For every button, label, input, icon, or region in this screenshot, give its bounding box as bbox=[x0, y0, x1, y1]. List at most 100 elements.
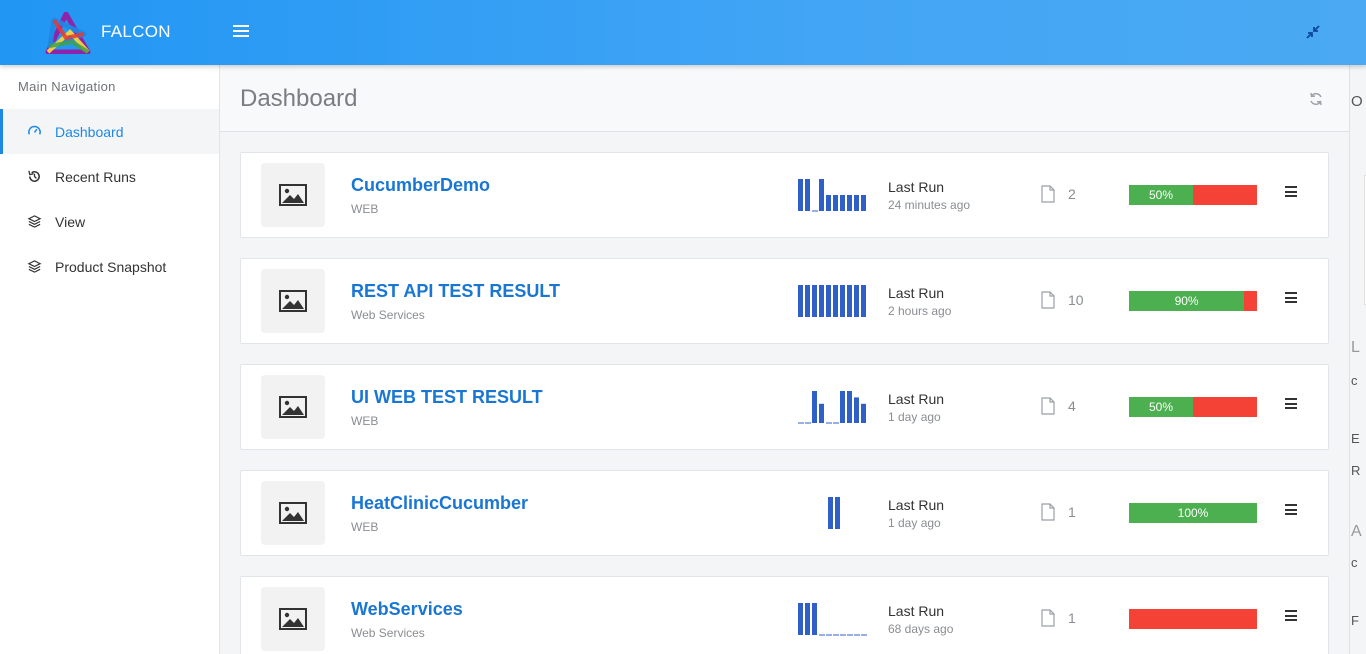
run-bar bbox=[847, 195, 852, 211]
run-bar bbox=[805, 603, 810, 635]
last-run-label: Last Run bbox=[888, 497, 945, 513]
pass-rate-fill: 90% bbox=[1129, 291, 1245, 311]
falcon-logo[interactable] bbox=[44, 12, 92, 54]
project-type: WEB bbox=[351, 520, 379, 534]
run-bar bbox=[835, 497, 840, 529]
run-bar bbox=[812, 603, 817, 635]
file-count-value: 1 bbox=[1068, 610, 1076, 626]
card-menu-icon[interactable] bbox=[1285, 504, 1297, 515]
project-name-link[interactable]: WebServices bbox=[351, 599, 463, 620]
refresh-icon[interactable] bbox=[1308, 91, 1324, 107]
project-name-link[interactable]: HeatClinicCucumber bbox=[351, 493, 528, 514]
run-bar bbox=[812, 285, 817, 317]
panel-fragment: A bbox=[1351, 523, 1362, 540]
file-count: 1 bbox=[1041, 609, 1076, 627]
layers-icon bbox=[26, 214, 42, 230]
run-bar bbox=[805, 285, 810, 317]
file-count-value: 10 bbox=[1068, 292, 1084, 308]
run-history-sparkline bbox=[798, 391, 866, 424]
run-bar bbox=[833, 195, 838, 211]
last-run-time: 2 hours ago bbox=[888, 304, 952, 318]
pass-rate-bar bbox=[1129, 609, 1257, 629]
image-placeholder-icon bbox=[261, 375, 325, 439]
right-side-panel: O L c E R A c F bbox=[1349, 65, 1366, 654]
run-bar bbox=[805, 179, 810, 211]
panel-fragment: F bbox=[1351, 613, 1359, 628]
sidebar-item-view[interactable]: View bbox=[0, 199, 219, 244]
project-name-link[interactable]: UI WEB TEST RESULT bbox=[351, 387, 543, 408]
image-placeholder-icon bbox=[261, 481, 325, 545]
pass-rate-fill: 100% bbox=[1129, 503, 1257, 523]
run-bar bbox=[826, 285, 831, 317]
file-icon bbox=[1041, 609, 1055, 627]
last-run-label: Last Run bbox=[888, 285, 945, 301]
file-count: 10 bbox=[1041, 291, 1084, 309]
run-bar bbox=[819, 179, 824, 211]
file-count-value: 1 bbox=[1068, 504, 1076, 520]
project-card: HeatClinicCucumber WEB Last Run 1 day ag… bbox=[240, 470, 1329, 556]
pass-rate-fill: 50% bbox=[1129, 397, 1193, 417]
run-bar bbox=[854, 195, 859, 211]
run-bar bbox=[798, 603, 803, 635]
compress-icon[interactable] bbox=[1305, 24, 1321, 40]
panel-fragment: E bbox=[1351, 431, 1360, 446]
sidebar-item-label: Product Snapshot bbox=[55, 258, 167, 275]
run-history-sparkline bbox=[798, 603, 867, 636]
pass-rate-bar: 50% bbox=[1129, 397, 1257, 417]
nav-header: Main Navigation bbox=[18, 79, 116, 94]
project-type: WEB bbox=[351, 202, 379, 216]
pass-rate-bar: 90% bbox=[1129, 291, 1257, 311]
project-type: WEB bbox=[351, 414, 379, 428]
project-card: WebServices Web Services Last Run 68 day… bbox=[240, 576, 1329, 654]
sidebar-item-recent-runs[interactable]: Recent Runs bbox=[0, 154, 219, 199]
run-bar bbox=[854, 285, 859, 317]
project-name-link[interactable]: CucumberDemo bbox=[351, 175, 490, 196]
pass-rate-bar: 100% bbox=[1129, 503, 1257, 523]
image-placeholder-icon bbox=[261, 587, 325, 651]
run-bar bbox=[819, 285, 824, 317]
panel-fragment: R bbox=[1351, 463, 1361, 478]
run-bar bbox=[840, 195, 845, 211]
project-name-link[interactable]: REST API TEST RESULT bbox=[351, 281, 560, 302]
run-bar bbox=[854, 397, 859, 423]
project-type: Web Services bbox=[351, 626, 425, 640]
last-run-label: Last Run bbox=[888, 603, 945, 619]
pass-rate-fill: 50% bbox=[1129, 185, 1193, 205]
sidebar-item-label: Recent Runs bbox=[55, 168, 136, 185]
card-menu-icon[interactable] bbox=[1285, 292, 1297, 303]
file-icon bbox=[1041, 291, 1055, 309]
main-content: Dashboard CucumberDemo WEB Last Run 24 m… bbox=[220, 65, 1349, 654]
project-card: UI WEB TEST RESULT WEB Last Run 1 day ag… bbox=[240, 364, 1329, 450]
file-count: 1 bbox=[1041, 503, 1076, 521]
run-bar bbox=[847, 391, 852, 423]
last-run-time: 1 day ago bbox=[888, 410, 941, 424]
card-menu-icon[interactable] bbox=[1285, 610, 1297, 621]
file-count: 4 bbox=[1041, 397, 1076, 415]
hamburger-menu-icon[interactable] bbox=[233, 25, 249, 39]
run-history-sparkline bbox=[798, 179, 866, 212]
pass-rate-bar: 50% bbox=[1129, 185, 1257, 205]
sidebar-item-product-snapshot[interactable]: Product Snapshot bbox=[0, 244, 219, 289]
layers-icon bbox=[26, 259, 42, 275]
project-card: CucumberDemo WEB Last Run 24 minutes ago… bbox=[240, 152, 1329, 238]
history-icon bbox=[26, 169, 42, 185]
run-bar bbox=[840, 391, 845, 423]
run-bar bbox=[861, 403, 866, 423]
file-count: 2 bbox=[1041, 185, 1076, 203]
sidebar-item-dashboard[interactable]: Dashboard bbox=[0, 109, 219, 154]
run-bar bbox=[798, 285, 803, 317]
card-menu-icon[interactable] bbox=[1285, 186, 1297, 197]
sidebar-item-label: Dashboard bbox=[55, 123, 124, 140]
card-menu-icon[interactable] bbox=[1285, 398, 1297, 409]
run-bar bbox=[861, 195, 866, 211]
project-type: Web Services bbox=[351, 308, 425, 322]
gauge-icon bbox=[26, 124, 42, 140]
file-count-value: 4 bbox=[1068, 398, 1076, 414]
project-card: REST API TEST RESULT Web Services Last R… bbox=[240, 258, 1329, 344]
brand-name: FALCON bbox=[101, 22, 171, 41]
run-bar bbox=[833, 285, 838, 317]
file-icon bbox=[1041, 185, 1055, 203]
run-bar bbox=[812, 391, 817, 423]
page-title: Dashboard bbox=[240, 85, 358, 112]
sidebar-item-label: View bbox=[55, 213, 86, 230]
